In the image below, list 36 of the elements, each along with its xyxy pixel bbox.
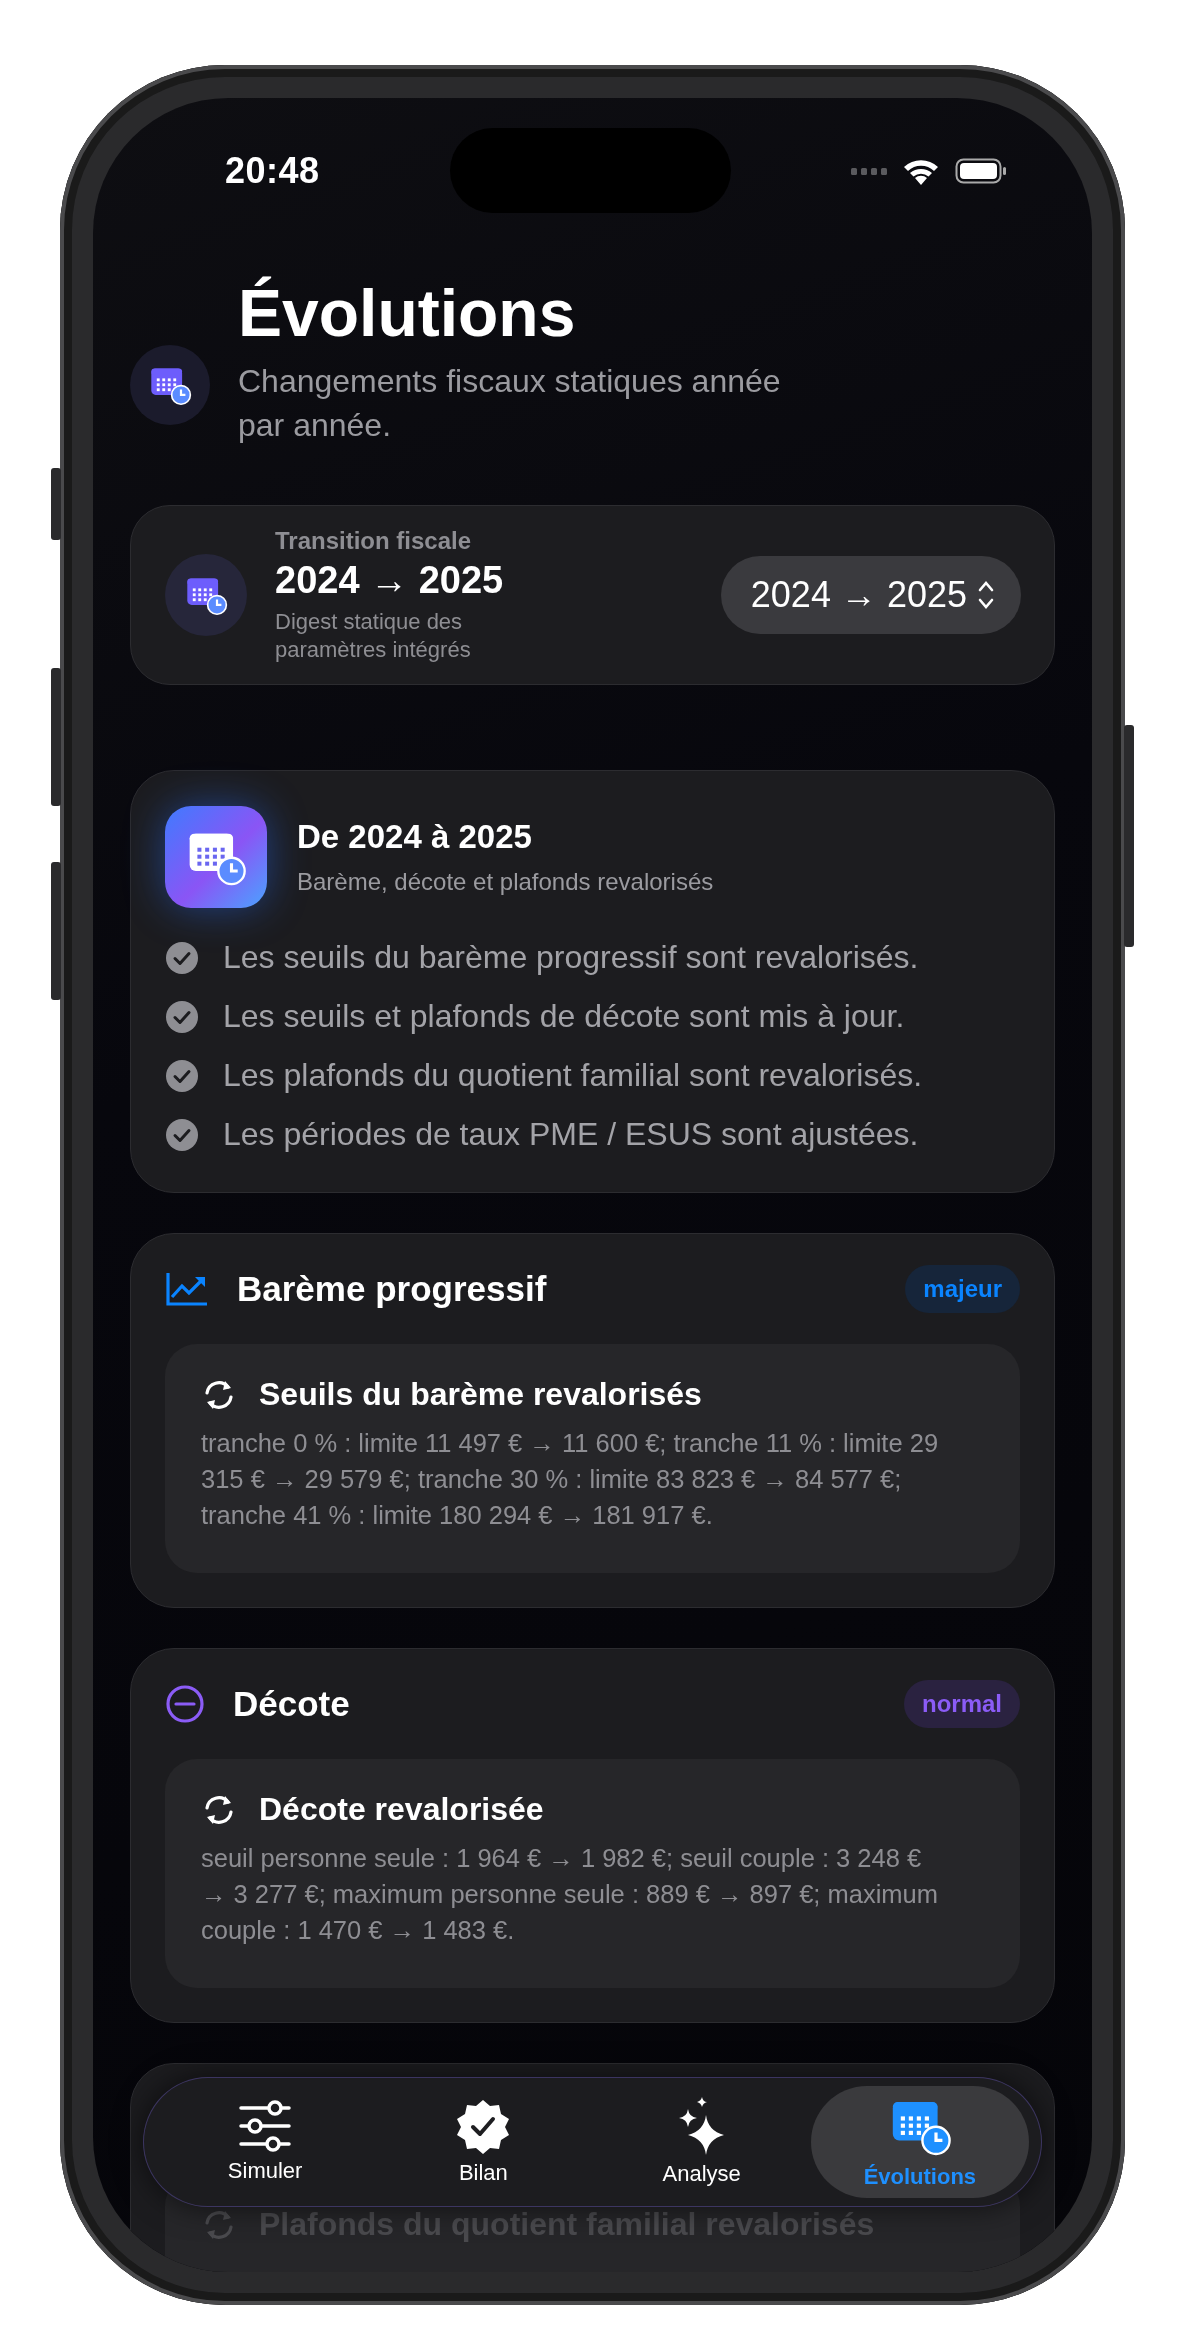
check-seal-icon — [455, 2098, 512, 2154]
sliders-icon — [237, 2100, 294, 2152]
checkmark-circle-icon — [165, 1117, 199, 1152]
page-title: Évolutions — [238, 275, 577, 352]
battery-icon — [955, 157, 1007, 184]
section-title: Décote — [233, 1684, 351, 1724]
summary-title: De 2024 à 2025 — [297, 818, 533, 856]
signal-icon — [851, 165, 887, 176]
tab-item[interactable]: Bilan — [374, 2086, 593, 2198]
summary-point: Les périodes de taux PME / ESUS sont ajustées. — [223, 1116, 919, 1153]
severity-badge: normal — [904, 1680, 1020, 1728]
severity-badge: majeur — [905, 1265, 1020, 1313]
change-title: Décote revalorisée — [259, 1791, 544, 1828]
tab-item[interactable]: Simuler — [156, 2086, 375, 2198]
status-time: 20:48 — [225, 149, 320, 192]
tab-item[interactable]: Évolutions — [810, 2086, 1029, 2198]
checkmark-circle-icon — [165, 940, 199, 975]
trend-chart-icon — [165, 1271, 209, 1307]
tab-item[interactable]: Analyse — [592, 2086, 811, 2198]
transition-label: Transition fiscale — [275, 526, 473, 555]
summary-point: Les seuils et plafonds de décote sont mis à jour. — [223, 998, 905, 1035]
transition-caption: Digest statique des paramètres intégrés — [275, 607, 472, 664]
chevron-up-down-icon — [977, 579, 995, 611]
checkmark-circle-icon — [165, 1058, 199, 1093]
summary-point: Les plafonds du quotient familial sont revalorisés. — [223, 1057, 923, 1094]
page-subtitle: Changements fiscaux statiques année par année. — [238, 362, 782, 445]
summary-point: Les seuils du barème progressif sont revalorisés. — [223, 939, 919, 976]
transition-value: 2024 → 2025 — [275, 558, 505, 602]
change-title: Seuils du barème revalorisés — [259, 1376, 702, 1413]
summary-subtitle: Barème, décote et plafonds revalorisés — [297, 868, 714, 896]
section-title: Barème progressif — [237, 1269, 548, 1309]
change-detail: seuil personne seule : 1 964 € → 1 982 €; seuil couple : 3 248 € → 3 277 €; maximum personne seule : 889 € → 897 €; maximum couple : 1 470 € → 1 483 €. — [201, 1843, 940, 1946]
checkmark-circle-icon — [165, 999, 199, 1034]
year-picker[interactable]: 2024 → 2025 — [720, 556, 1021, 634]
minus-circle-icon — [165, 1684, 205, 1724]
change-detail: tranche 0 % : limite 11 497 € → 11 600 €; tranche 11 % : limite 29 315 € → 29 579 €; tranche 30 % : limite 83 823 € → 84 577 €; tranche 41 % : limite 180 294 € → 181 917 €. — [201, 1428, 940, 1531]
